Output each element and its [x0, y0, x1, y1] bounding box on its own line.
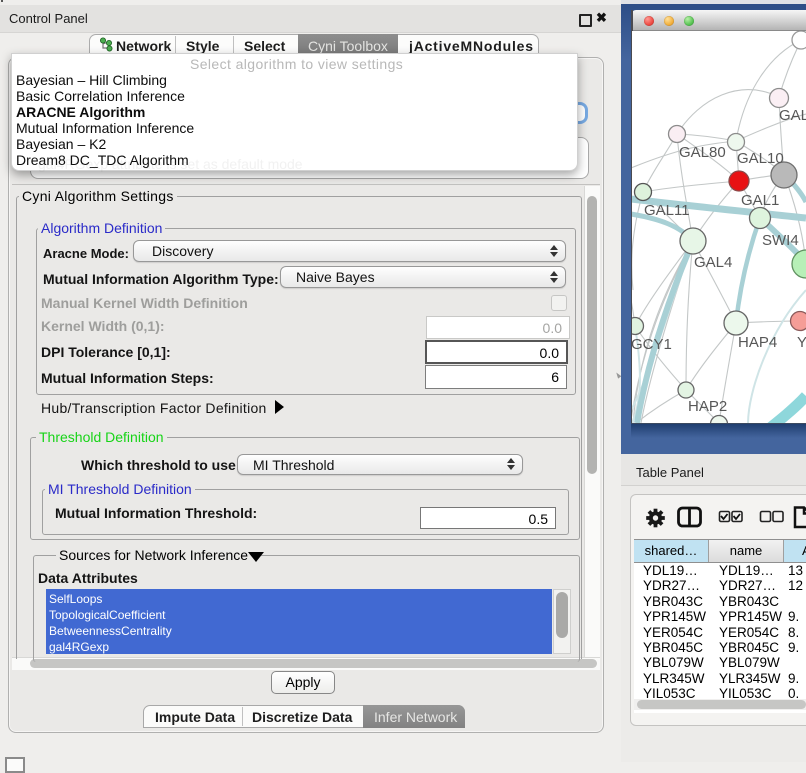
svg-text:HAP4: HAP4 — [738, 334, 777, 351]
svg-text:GCY1: GCY1 — [632, 336, 672, 353]
svg-text:GAL80: GAL80 — [679, 144, 726, 161]
svg-text:GAL7: GAL7 — [779, 107, 806, 124]
svg-text:YL: YL — [797, 334, 806, 351]
svg-text:GAL11: GAL11 — [644, 202, 690, 219]
svg-text:GAL10: GAL10 — [737, 150, 784, 167]
svg-text:SWI4: SWI4 — [762, 232, 799, 249]
svg-text:GAL1: GAL1 — [741, 192, 779, 209]
svg-text:GAL4: GAL4 — [694, 254, 732, 271]
svg-text:HAP2: HAP2 — [688, 398, 727, 415]
